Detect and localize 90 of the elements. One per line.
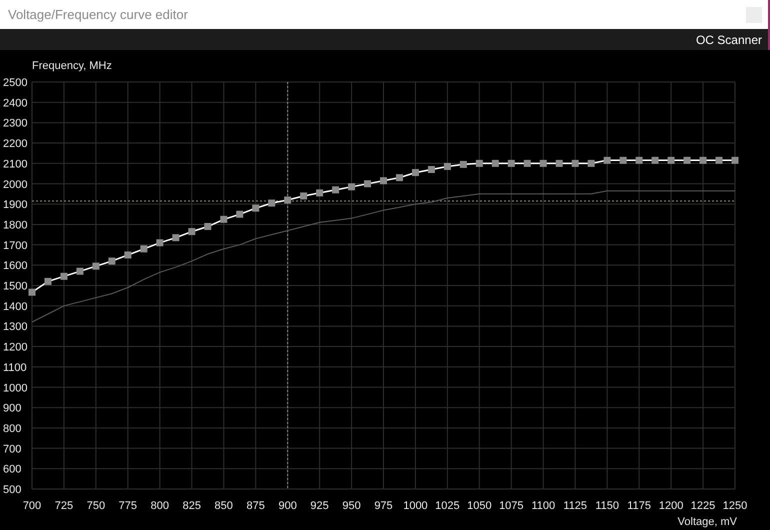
x-tick-label: 1150: [595, 500, 619, 512]
curve-point[interactable]: [252, 204, 260, 212]
curve-point[interactable]: [476, 160, 483, 167]
x-tick-label: 925: [310, 500, 329, 512]
y-tick-label: 2000: [3, 178, 28, 191]
x-tick-label: 850: [214, 500, 233, 512]
y-tick-label: 1500: [3, 280, 28, 292]
x-tick-label: 750: [86, 500, 106, 512]
y-tick-label: 700: [3, 443, 22, 456]
y-tick-label: 600: [3, 464, 22, 476]
y-tick-label: 2200: [3, 138, 28, 150]
curve-point[interactable]: [204, 222, 212, 230]
curve-point[interactable]: [620, 156, 627, 164]
curve-point[interactable]: [76, 268, 84, 275]
x-tick-label: 1000: [403, 500, 428, 512]
curve-point[interactable]: [332, 186, 340, 194]
curve-point[interactable]: [396, 174, 403, 182]
curve-point[interactable]: [364, 180, 372, 188]
curve-point[interactable]: [492, 160, 499, 167]
curve-point[interactable]: [732, 156, 738, 164]
x-tick-label: 1225: [690, 500, 716, 512]
x-tick-label: 1025: [435, 500, 460, 512]
curve-point[interactable]: [220, 216, 228, 223]
x-tick-label: 800: [150, 500, 169, 512]
curve-point[interactable]: [556, 160, 563, 167]
x-tick-label: 1250: [722, 500, 748, 512]
y-tick-label: 1200: [3, 342, 28, 354]
y-tick-label: 1000: [3, 382, 28, 394]
y-tick-label: 2300: [3, 118, 28, 130]
y-tick-label: 1800: [3, 219, 28, 232]
curve-point[interactable]: [236, 210, 244, 218]
curve-point[interactable]: [348, 183, 356, 190]
y-tick-label: 800: [3, 422, 22, 435]
y-tick-label: 2100: [3, 158, 28, 170]
y-tick-label: 1600: [3, 260, 28, 272]
x-tick-label: 975: [374, 500, 393, 512]
curve-point[interactable]: [636, 156, 643, 164]
curve-point[interactable]: [508, 160, 515, 167]
curve-point[interactable]: [108, 258, 116, 265]
curve-point[interactable]: [524, 160, 531, 167]
curve-point[interactable]: [460, 160, 467, 168]
x-tick-label: 725: [54, 500, 74, 512]
curve-point[interactable]: [604, 156, 611, 164]
x-tick-label: 700: [22, 500, 42, 512]
y-tick-label: 500: [3, 484, 22, 496]
x-tick-label: 825: [182, 500, 201, 512]
y-tick-label: 2400: [3, 97, 28, 110]
window-title: Voltage/Frequency curve editor: [8, 6, 188, 24]
y-tick-label: 900: [3, 402, 22, 415]
curve-point[interactable]: [540, 160, 547, 167]
curve-point[interactable]: [700, 156, 707, 164]
x-tick-label: 875: [246, 500, 265, 512]
y-tick-label: 1100: [3, 362, 27, 374]
x-axis-title: Voltage, mV: [678, 516, 737, 528]
curve-point[interactable]: [60, 272, 68, 280]
y-tick-label: 1400: [3, 300, 28, 313]
curve-point[interactable]: [44, 278, 52, 285]
y-axis-title: Frequency, MHz: [32, 60, 112, 72]
x-tick-label: 1125: [563, 500, 588, 512]
x-tick-label: 1075: [499, 500, 524, 512]
curve-point[interactable]: [156, 239, 164, 246]
curve-point[interactable]: [92, 262, 100, 270]
x-tick-label: 1175: [627, 500, 651, 512]
curve-point[interactable]: [652, 156, 659, 164]
y-tick-label: 1300: [3, 321, 28, 334]
x-tick-label: 900: [278, 500, 297, 512]
curve-point[interactable]: [572, 160, 579, 167]
curve-point[interactable]: [188, 228, 196, 236]
x-tick-label: 1200: [658, 500, 684, 512]
curve-point[interactable]: [124, 251, 132, 258]
curve-point[interactable]: [684, 156, 691, 164]
curve-point[interactable]: [444, 162, 451, 170]
curve-point[interactable]: [172, 234, 180, 242]
curve-point[interactable]: [284, 196, 292, 204]
curve-point[interactable]: [428, 166, 435, 173]
y-tick-label: 1900: [3, 199, 28, 212]
y-tick-label: 2500: [3, 77, 28, 89]
curve-point[interactable]: [588, 160, 595, 167]
curve-point[interactable]: [300, 192, 308, 200]
curve-point[interactable]: [316, 189, 324, 196]
y-tick-label: 1700: [3, 240, 28, 252]
x-tick-label: 950: [342, 500, 361, 512]
curve-point[interactable]: [668, 156, 675, 164]
oc-scanner-button[interactable]: OC Scanner: [696, 30, 762, 48]
curve-point[interactable]: [716, 156, 723, 164]
curve-point[interactable]: [268, 200, 276, 207]
x-tick-label: 1100: [531, 500, 556, 512]
x-tick-label: 775: [118, 500, 138, 512]
curve-point[interactable]: [412, 169, 419, 176]
x-tick-label: 1050: [467, 500, 492, 512]
